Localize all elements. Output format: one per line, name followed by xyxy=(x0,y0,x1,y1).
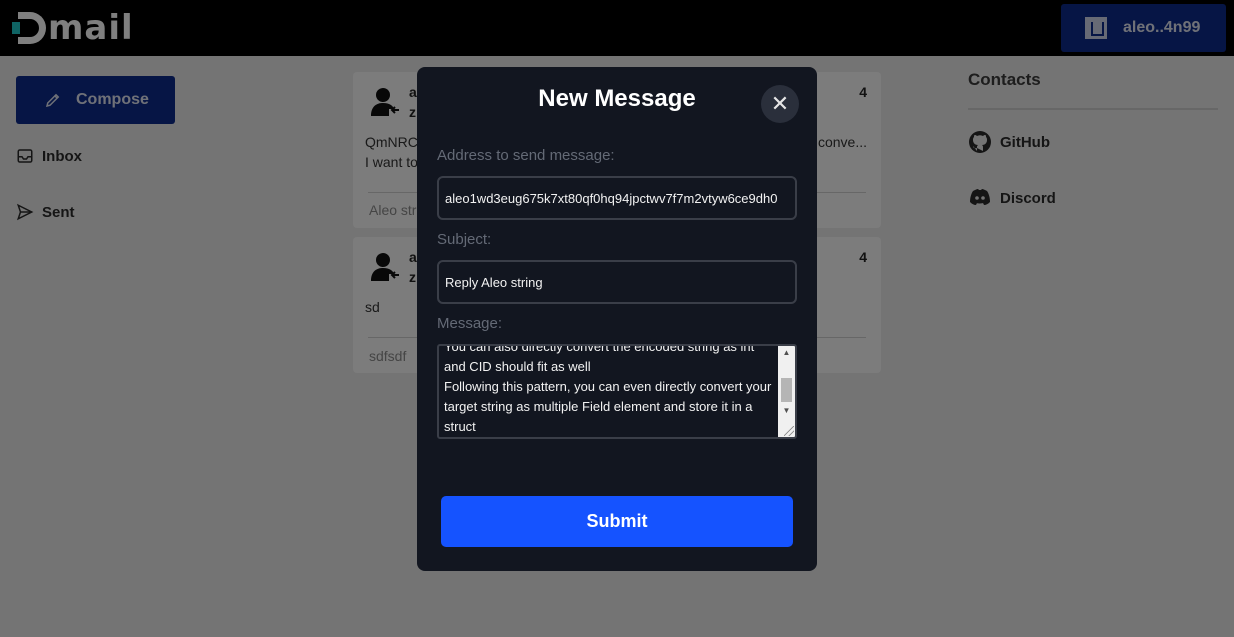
message-line: You can also directly convert the encode… xyxy=(444,344,755,354)
scroll-down-icon[interactable]: ▼ xyxy=(778,404,795,418)
resize-grip-icon[interactable] xyxy=(784,426,794,436)
submit-button[interactable]: Submit xyxy=(441,496,793,547)
message-label: Message: xyxy=(437,315,503,332)
new-message-modal: New Message ✕ Address to send message: a… xyxy=(417,67,817,571)
message-line: struct xyxy=(444,419,476,434)
message-scrollbar[interactable]: ▲ ▼ xyxy=(778,346,795,437)
message-line: Following this pattern, you can even dir… xyxy=(444,379,772,394)
message-line: target string as multiple Field element … xyxy=(444,399,753,414)
message-line: and CID should fit as well xyxy=(444,359,591,374)
modal-title: New Message xyxy=(538,85,696,112)
address-input[interactable]: aleo1wd3eug675k7xt80qf0hq94jpctwv7f7m2vt… xyxy=(437,176,797,220)
subject-label: Subject: xyxy=(437,231,492,248)
message-textarea[interactable]: You can also directly convert the encode… xyxy=(437,344,797,439)
close-icon: ✕ xyxy=(770,91,790,116)
subject-input[interactable]: Reply Aleo string xyxy=(437,260,797,304)
scroll-thumb[interactable] xyxy=(781,378,792,402)
message-text: You can also directly convert the encode… xyxy=(444,344,774,437)
scroll-up-icon[interactable]: ▲ xyxy=(778,346,795,360)
address-label: Address to send message: xyxy=(437,147,615,164)
close-button[interactable]: ✕ xyxy=(761,85,799,123)
